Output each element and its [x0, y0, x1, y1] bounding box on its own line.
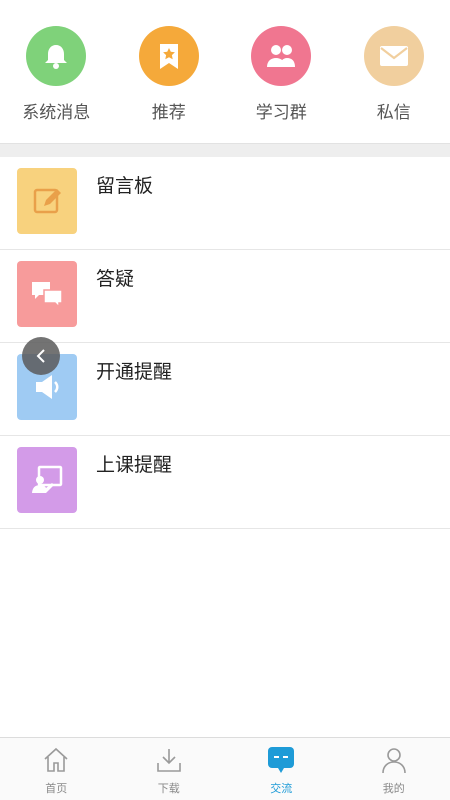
- list-item-class-reminder[interactable]: 上课提醒: [0, 436, 450, 529]
- shortcut-row: 系统消息 推荐 学习群 私信: [0, 0, 450, 143]
- shortcut-label: 推荐: [151, 103, 186, 123]
- download-icon: [154, 744, 184, 776]
- screen: 系统消息 推荐 学习群 私信 留言板 答疑 开通提醒 上课提醒 首页 下载 交流…: [0, 0, 450, 800]
- tab-download[interactable]: 下载: [113, 738, 226, 800]
- shortcut-recommend[interactable]: 推荐: [119, 26, 219, 123]
- chat-icon: [266, 744, 296, 776]
- tab-communicate[interactable]: 交流: [225, 738, 338, 800]
- tab-label: 首页: [45, 782, 68, 795]
- user-icon: [379, 744, 409, 776]
- shortcut-label: 学习群: [255, 103, 307, 123]
- teacher-board-icon: [17, 447, 77, 513]
- tab-label: 下载: [157, 782, 180, 795]
- section-divider: [0, 143, 450, 157]
- shortcut-system-messages[interactable]: 系统消息: [6, 26, 106, 123]
- shortcut-private-message[interactable]: 私信: [344, 26, 444, 123]
- bookmark-star-icon: [138, 26, 199, 86]
- list-item-label: 开通提醒: [96, 361, 173, 383]
- envelope-icon: [363, 26, 424, 86]
- list-item-activation-reminder[interactable]: 开通提醒: [0, 343, 450, 436]
- tab-label: 交流: [270, 782, 293, 795]
- floating-back-button[interactable]: [22, 337, 60, 375]
- list-item-qa[interactable]: 答疑: [0, 250, 450, 343]
- home-icon: [41, 744, 71, 776]
- shortcut-label: 系统消息: [22, 103, 91, 123]
- feature-list: 留言板 答疑 开通提醒 上课提醒: [0, 157, 450, 529]
- shortcut-study-group[interactable]: 学习群: [231, 26, 331, 123]
- tab-home[interactable]: 首页: [0, 738, 113, 800]
- chat-bubbles-icon: [17, 261, 77, 327]
- list-item-label: 答疑: [96, 268, 135, 290]
- chevron-left-icon: [36, 349, 45, 363]
- bottom-tab-bar: 首页 下载 交流 我的: [0, 737, 450, 800]
- shortcut-label: 私信: [376, 103, 411, 123]
- tab-mine[interactable]: 我的: [338, 738, 450, 800]
- tab-label: 我的: [382, 782, 405, 795]
- list-item-label: 上课提醒: [96, 454, 173, 476]
- list-item-label: 留言板: [96, 175, 154, 197]
- note-edit-icon: [17, 168, 77, 234]
- list-item-message-board[interactable]: 留言板: [0, 157, 450, 250]
- group-icon: [251, 26, 312, 86]
- bell-icon: [26, 26, 87, 86]
